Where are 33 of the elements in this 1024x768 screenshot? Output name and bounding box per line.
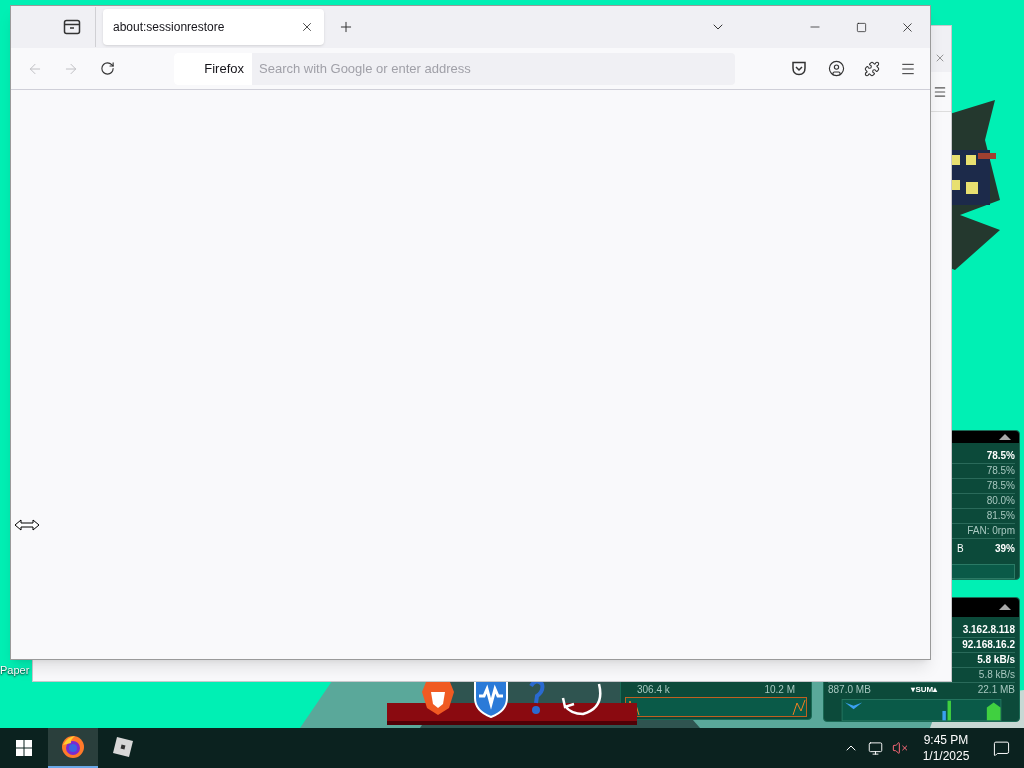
resize-cursor-icon: [14, 519, 40, 531]
address-input[interactable]: Search with Google or enter address: [259, 58, 735, 79]
read-reading: 306.4 k: [637, 683, 670, 697]
tab-title: about:sessionrestore: [113, 19, 226, 36]
menu-icon[interactable]: [933, 84, 947, 99]
maximize-icon: [855, 21, 867, 33]
tray-icon: [63, 19, 81, 35]
notifications-icon: [992, 739, 1010, 757]
windows-icon: [16, 740, 32, 756]
pocket-icon: [791, 61, 807, 76]
puzzle-icon: [864, 60, 880, 77]
reload-icon: [99, 61, 115, 76]
total-reading: 887.0 MB: [828, 682, 871, 697]
session-reading: 22.1 MB: [977, 682, 1015, 697]
plus-icon: [338, 19, 354, 35]
clock-time: 9:45 PM: [923, 732, 969, 748]
mode-selector[interactable]: ▾SUM▴: [911, 682, 938, 697]
memory-reading: 39%: [995, 541, 1015, 556]
collapse-icon[interactable]: [999, 433, 1011, 440]
collapse-icon[interactable]: [999, 604, 1011, 611]
clock[interactable]: 9:45 PM 1/1/2025: [914, 732, 978, 764]
muted-speaker-icon: [892, 740, 908, 756]
clock-date: 1/1/2025: [922, 748, 970, 764]
account-icon: [827, 60, 845, 77]
identity-label[interactable]: Firefox: [174, 52, 252, 85]
write-reading: 10.2 M: [764, 683, 795, 697]
fox-icon: [61, 735, 85, 759]
address-bar[interactable]: Firefox Search with Google or enter address: [174, 52, 735, 85]
browser-tab[interactable]: about:sessionrestore: [103, 9, 324, 45]
close-icon[interactable]: [300, 20, 314, 34]
network-icon: [867, 740, 883, 756]
memory-label: B: [957, 541, 964, 556]
taskbar-app[interactable]: [48, 728, 98, 768]
